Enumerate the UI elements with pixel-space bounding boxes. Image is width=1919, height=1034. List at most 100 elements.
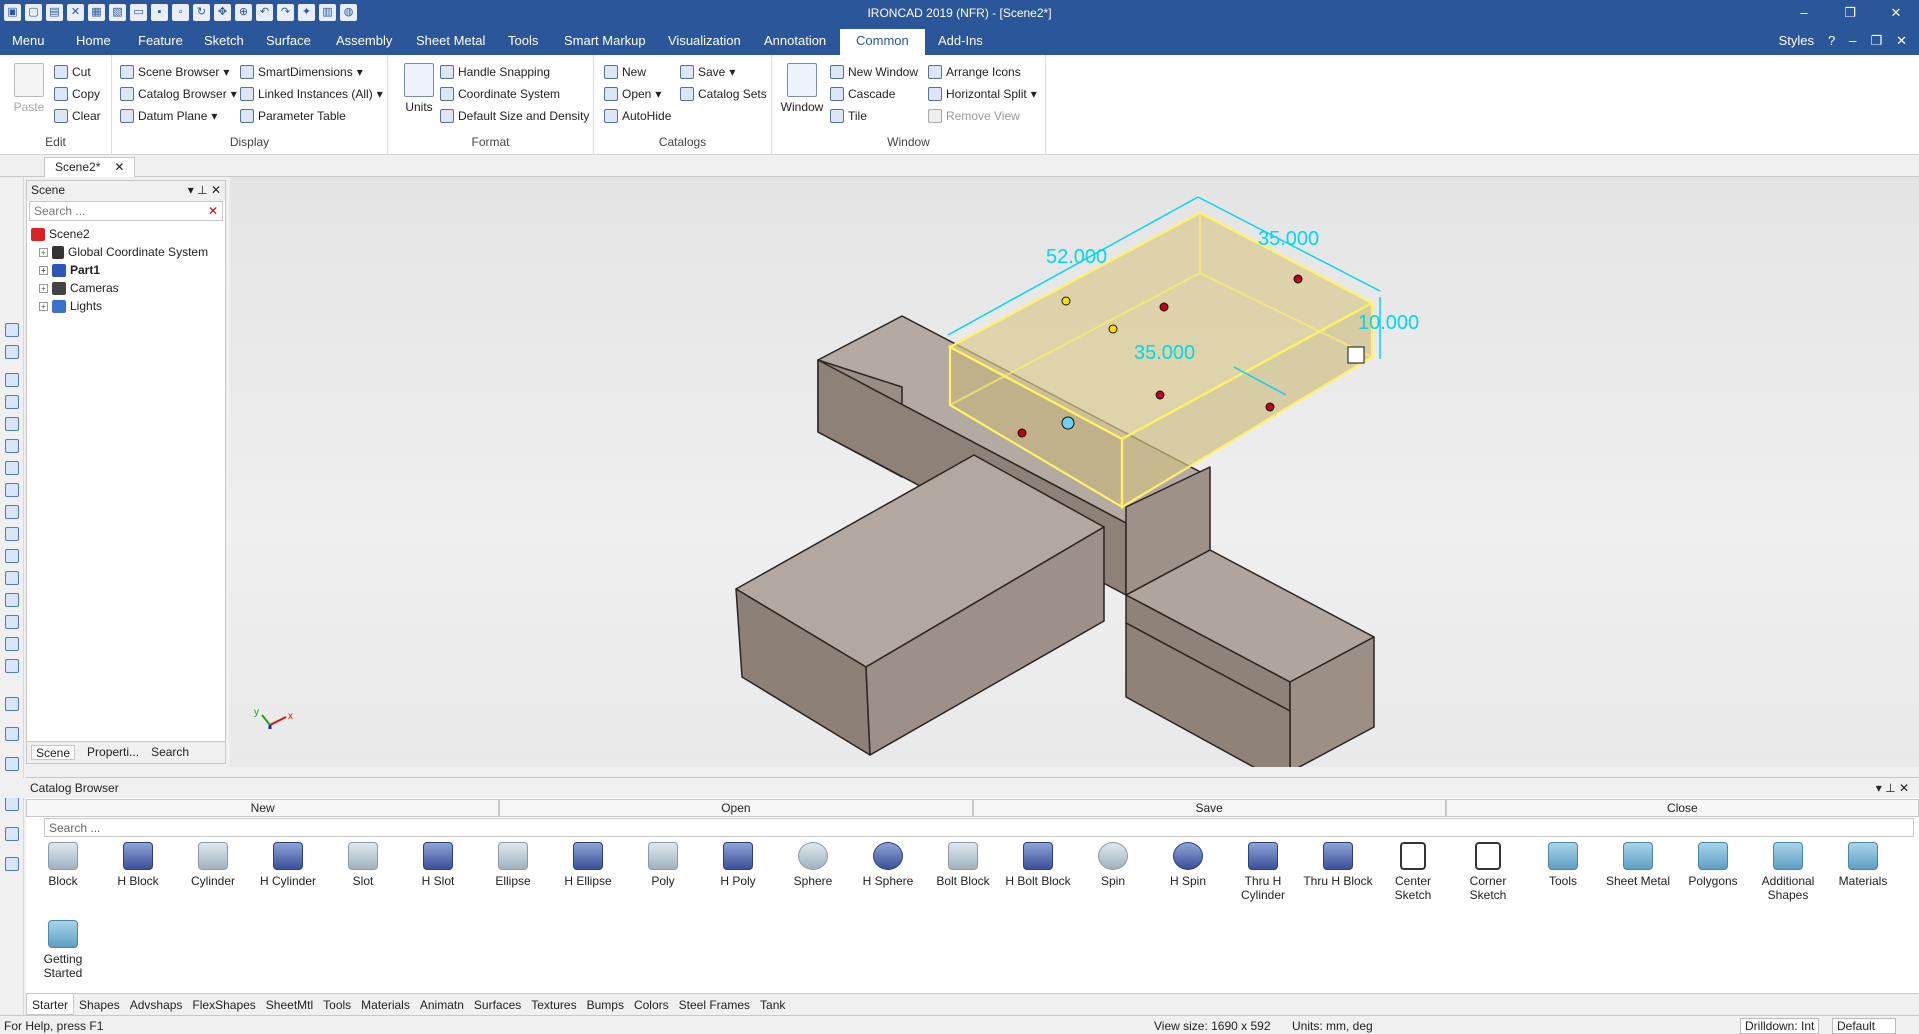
view-tool-icon-12[interactable]: [5, 571, 19, 585]
catalog-item-getting-started[interactable]: Getting Started: [26, 920, 100, 980]
catalog-tab-advshaps[interactable]: Advshaps: [125, 994, 188, 1015]
catalog-close-action[interactable]: Close: [1445, 799, 1919, 817]
catalog-pin-icon[interactable]: ⊥: [1885, 781, 1895, 795]
handle-front-right[interactable]: [1265, 402, 1275, 412]
drilldown-select[interactable]: Drilldown: Int: [1740, 1018, 1820, 1034]
remove-view-button[interactable]: Remove View: [928, 109, 1020, 123]
view-tool-icon-9[interactable]: [5, 505, 19, 519]
tab-home[interactable]: Home: [70, 31, 117, 50]
catalog-tab-bumps[interactable]: Bumps: [582, 994, 629, 1015]
catalog-item-cylinder[interactable]: Cylinder: [176, 842, 250, 888]
expand-icon[interactable]: +: [39, 265, 48, 275]
tab-properties[interactable]: Properti...: [87, 745, 139, 760]
catalog-tab-tank[interactable]: Tank: [755, 994, 790, 1015]
parameter-table-button[interactable]: Parameter Table: [240, 109, 346, 123]
dimension-height[interactable]: 10.000: [1358, 312, 1419, 334]
tab-visualization[interactable]: Visualization: [662, 31, 747, 50]
catalog-item-h-bolt-block[interactable]: H Bolt Block: [1001, 842, 1075, 888]
catalog-item-corner-sketch[interactable]: Corner Sketch: [1451, 842, 1525, 902]
annotation-tool-icon[interactable]: [5, 797, 19, 811]
dimension-tool-icon[interactable]: [5, 757, 19, 771]
handle-top[interactable]: [1159, 302, 1169, 312]
coordinate-system-button[interactable]: Coordinate System: [440, 87, 560, 101]
copy-button[interactable]: Copy: [54, 87, 100, 101]
scene-search-input[interactable]: Search ... ✕: [29, 201, 223, 221]
close-window-button[interactable]: ✕: [1873, 0, 1919, 26]
units-button[interactable]: Units: [402, 63, 436, 114]
paste-button[interactable]: Paste: [10, 63, 48, 114]
catalog-open-action[interactable]: Open: [499, 799, 973, 817]
clear-search-icon[interactable]: ✕: [208, 204, 218, 218]
tab-sketch[interactable]: Sketch: [198, 31, 250, 50]
tree-node-scene2[interactable]: Scene2: [31, 225, 221, 243]
handle-snapping-button[interactable]: Handle Snapping: [440, 65, 550, 79]
tab-scene[interactable]: Scene: [31, 745, 76, 760]
arrange-icons-button[interactable]: Arrange Icons: [928, 65, 1021, 79]
catalog-item-sheet-metal[interactable]: Sheet Metal: [1601, 842, 1675, 888]
tab-smart-markup[interactable]: Smart Markup: [558, 31, 652, 50]
cascade-button[interactable]: Cascade: [830, 87, 895, 101]
tab-add-ins[interactable]: Add-Ins: [932, 31, 989, 50]
view-tool-icon-1[interactable]: [5, 323, 19, 337]
tree-node-lights[interactable]: + Lights: [31, 297, 221, 315]
restore-tool-icon[interactable]: [5, 857, 19, 871]
catalog-item-bolt-block[interactable]: Bolt Block: [926, 842, 1000, 888]
panel-close-icon[interactable]: ✕: [211, 183, 221, 197]
view-tool-icon-14[interactable]: [5, 615, 19, 629]
tab-common[interactable]: Common: [840, 29, 925, 55]
tab-tools[interactable]: Tools: [502, 31, 544, 50]
ribbon-close-icon[interactable]: ✕: [1896, 33, 1907, 49]
view-tool-icon-13[interactable]: [5, 593, 19, 607]
datum-plane-button[interactable]: Datum Plane ▾: [120, 109, 217, 123]
view-tool-icon-16[interactable]: [5, 659, 19, 673]
doc-tab-close-icon[interactable]: ✕: [114, 160, 124, 175]
clear-button[interactable]: Clear: [54, 109, 101, 123]
catalog-item-h-cylinder[interactable]: H Cylinder: [251, 842, 325, 888]
view-tool-icon-15[interactable]: [5, 637, 19, 651]
catalog-item-h-ellipse[interactable]: H Ellipse: [551, 842, 625, 888]
dimension-length[interactable]: 52.000: [1046, 246, 1107, 268]
scene-browser-button[interactable]: Scene Browser ▾: [120, 65, 229, 79]
help-icon[interactable]: ?: [1828, 33, 1835, 49]
catalog-item-center-sketch[interactable]: Center Sketch: [1376, 842, 1450, 902]
anchor-handle[interactable]: [1061, 416, 1075, 430]
catalog-new-action[interactable]: New: [26, 799, 500, 817]
catalog-item-h-poly[interactable]: H Poly: [701, 842, 775, 888]
catalog-search-input[interactable]: Search ...: [44, 818, 1914, 837]
doc-tab-scene2[interactable]: Scene2* ✕: [44, 157, 136, 177]
expand-icon[interactable]: +: [39, 247, 48, 257]
dimension-width[interactable]: 35.000: [1258, 228, 1319, 250]
catalog-tab-flexshapes[interactable]: FlexShapes: [187, 994, 260, 1015]
style-select[interactable]: Default: [1832, 1018, 1896, 1034]
window-button[interactable]: Window: [780, 63, 824, 114]
catalog-tab-steel-frames[interactable]: Steel Frames: [674, 994, 755, 1015]
handle-left-top[interactable]: [1061, 296, 1071, 306]
view-tool-icon-3[interactable]: [5, 373, 19, 387]
catalog-tab-shapes[interactable]: Shapes: [74, 994, 125, 1015]
catalog-save-button[interactable]: Save ▾: [680, 65, 735, 79]
catalog-tab-starter[interactable]: Starter: [26, 994, 75, 1015]
horizontal-split-button[interactable]: Horizontal Split ▾: [928, 87, 1037, 101]
tile-button[interactable]: Tile: [830, 109, 867, 123]
catalog-tab-colors[interactable]: Colors: [629, 994, 674, 1015]
catalog-tab-surfaces[interactable]: Surfaces: [469, 994, 526, 1015]
linked-instances-button[interactable]: Linked Instances (All) ▾: [240, 87, 383, 101]
catalog-save-action[interactable]: Save: [972, 799, 1446, 817]
handle-left-mid[interactable]: [1108, 324, 1118, 334]
catalog-new-button[interactable]: New: [604, 65, 646, 79]
view-tool-icon-4[interactable]: [5, 395, 19, 409]
catalog-sets-button[interactable]: Catalog Sets: [680, 87, 767, 101]
tab-menu[interactable]: Menu: [6, 31, 51, 50]
expand-icon[interactable]: +: [39, 301, 48, 311]
catalog-open-button[interactable]: Open ▾: [604, 87, 661, 101]
catalog-item-thru-h-cylinder[interactable]: Thru H Cylinder: [1226, 842, 1300, 902]
catalog-item-h-block[interactable]: H Block: [101, 842, 175, 888]
dimension-depth[interactable]: 35.000: [1134, 342, 1195, 364]
view-tool-icon-10[interactable]: [5, 527, 19, 541]
new-window-button[interactable]: New Window: [830, 65, 918, 79]
view-tool-icon-11[interactable]: [5, 549, 19, 563]
cut-button[interactable]: Cut: [54, 65, 91, 79]
panel-dropdown-icon[interactable]: ▾: [188, 183, 194, 197]
tree-node-cameras[interactable]: + Cameras: [31, 279, 221, 297]
triball-toggle-icon[interactable]: [1347, 346, 1365, 364]
